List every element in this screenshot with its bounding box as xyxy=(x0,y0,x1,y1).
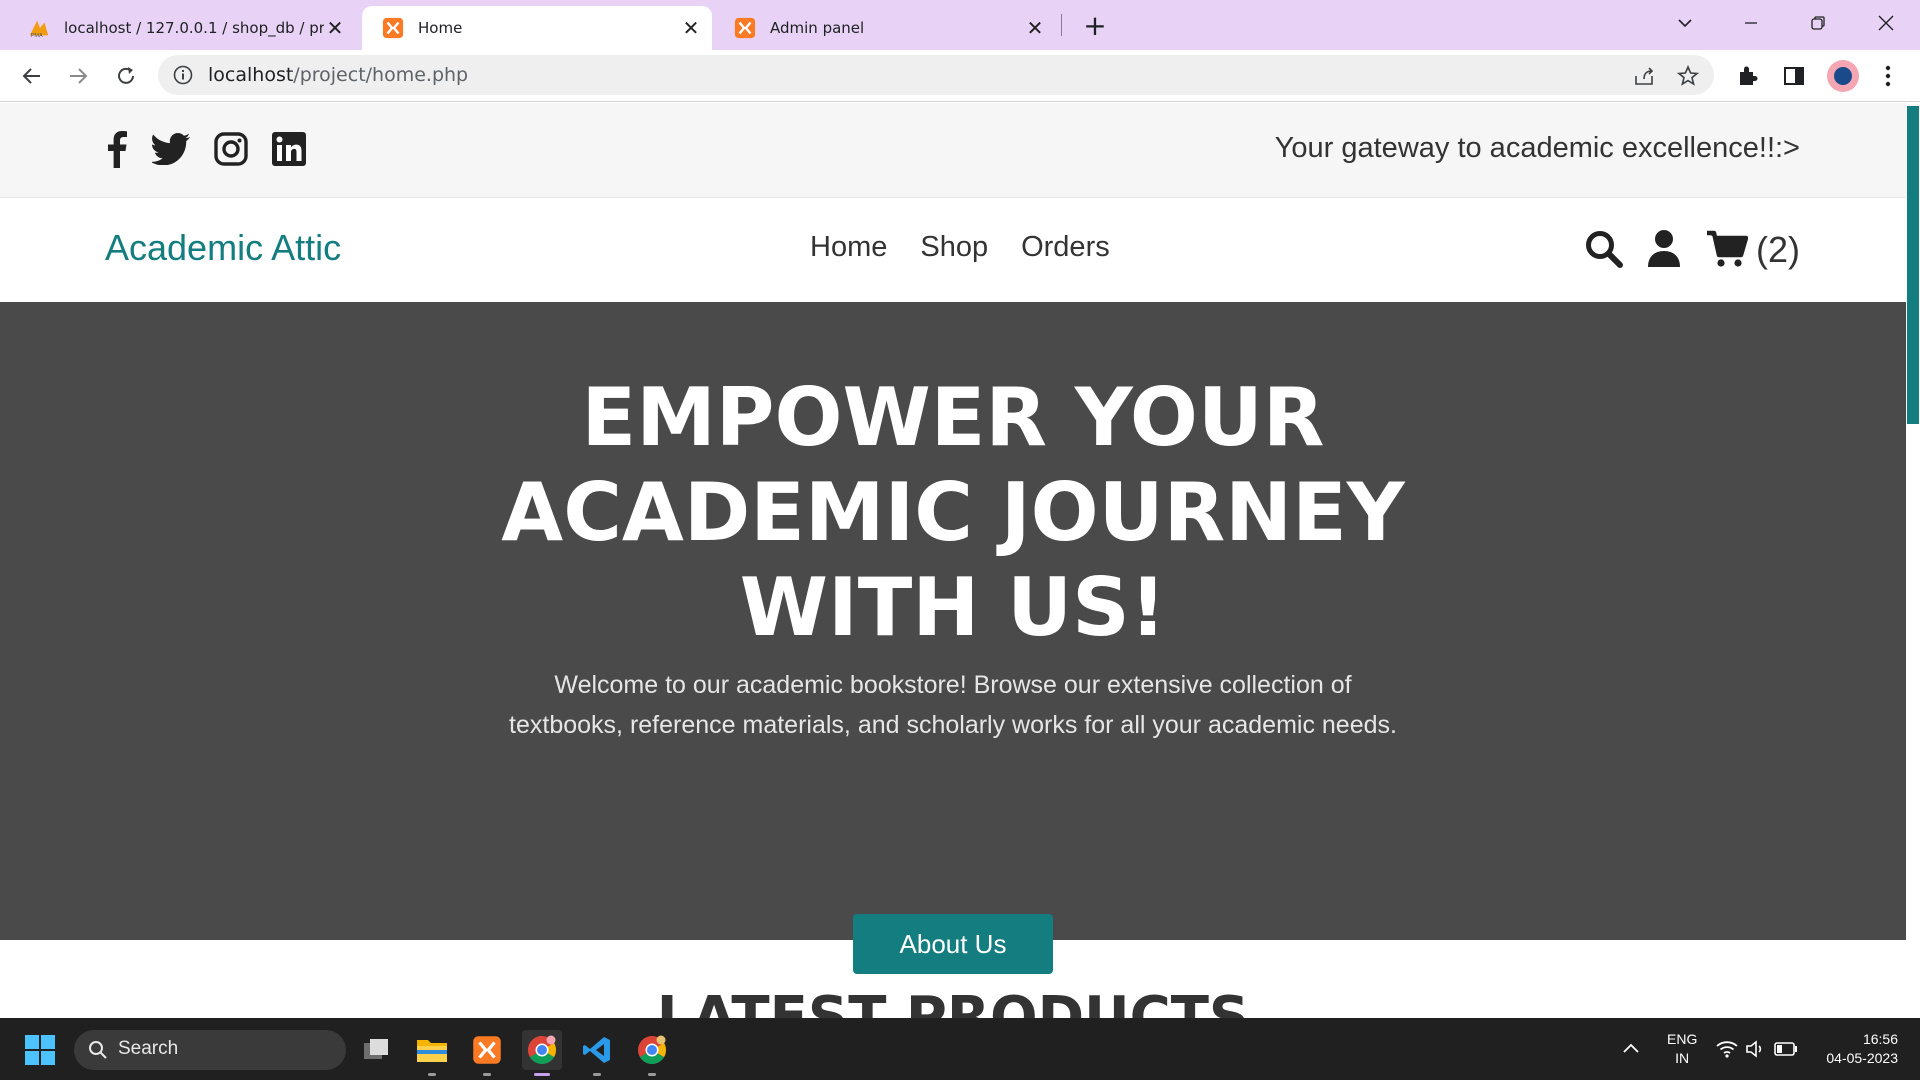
twitter-icon[interactable] xyxy=(151,129,191,169)
nav-link-home[interactable]: Home xyxy=(810,231,887,264)
restore-icon[interactable] xyxy=(1798,8,1838,38)
tab-search-chevron-icon[interactable] xyxy=(1665,8,1705,38)
chrome-taskbar-icon[interactable] xyxy=(522,1030,562,1076)
instagram-icon[interactable] xyxy=(211,129,251,169)
main-nav: Home Shop Orders xyxy=(810,231,1110,264)
url-host: localhost xyxy=(208,64,294,86)
web-page: Your gateway to academic excellence!!:> … xyxy=(0,103,1906,1018)
search-icon xyxy=(89,1041,107,1059)
task-view-icon[interactable] xyxy=(357,1030,397,1070)
social-top-bar: Your gateway to academic excellence!!:> xyxy=(0,103,1906,198)
site-info-icon[interactable] xyxy=(172,64,194,86)
browser-tab-bar: PMA localhost / 127.0.0.1 / shop_db / pr… xyxy=(0,0,1920,50)
page-scrollbar[interactable] xyxy=(1906,103,1920,1018)
side-panel-icon[interactable] xyxy=(1780,62,1808,90)
tray-chevron-icon[interactable] xyxy=(1620,1038,1642,1065)
about-us-button[interactable]: About Us xyxy=(853,914,1053,974)
file-explorer-icon[interactable] xyxy=(412,1030,452,1076)
shopping-cart-icon[interactable] xyxy=(1705,227,1749,271)
wifi-icon[interactable] xyxy=(1716,1040,1738,1063)
xampp-taskbar-icon[interactable] xyxy=(467,1030,507,1076)
nav-link-orders[interactable]: Orders xyxy=(1021,231,1110,264)
battery-icon[interactable] xyxy=(1774,1042,1798,1061)
close-icon[interactable]: ✕ xyxy=(680,16,702,40)
nav-link-shop[interactable]: Shop xyxy=(920,231,988,264)
window-close-icon[interactable] xyxy=(1866,8,1906,38)
hero-title: EMPOWER YOUR ACADEMIC JOURNEY WITH US! xyxy=(501,371,1405,654)
hero-description: Welcome to our academic bookstore! Brows… xyxy=(509,671,1397,739)
profile-avatar[interactable] xyxy=(1827,60,1859,92)
language-indicator[interactable]: ENG IN xyxy=(1667,1030,1697,1068)
tab-label: Admin panel xyxy=(770,19,865,37)
reload-icon[interactable] xyxy=(110,60,142,92)
browser-toolbar: localhost/project/home.php xyxy=(0,50,1920,102)
taskbar-search[interactable]: Search xyxy=(74,1030,346,1070)
vscode-icon[interactable] xyxy=(577,1030,617,1076)
site-tagline: Your gateway to academic excellence!!:> xyxy=(1274,132,1800,164)
scrollbar-thumb[interactable] xyxy=(1907,106,1919,424)
site-header: Academic Attic Home Shop Orders (2) xyxy=(0,199,1906,302)
xampp-icon xyxy=(734,17,756,39)
forward-arrow-icon[interactable] xyxy=(62,60,94,92)
region-code: IN xyxy=(1675,1050,1690,1066)
tab-home[interactable]: Home ✕ xyxy=(362,6,712,50)
svg-text:PMA: PMA xyxy=(31,33,43,39)
phpmyadmin-icon: PMA xyxy=(29,20,49,39)
clock-time: 16:56 xyxy=(1862,1031,1898,1047)
tab-label: Home xyxy=(418,19,463,37)
clock[interactable]: 16:56 04-05-2023 xyxy=(1818,1030,1898,1068)
close-icon[interactable]: ✕ xyxy=(1024,16,1046,40)
latest-products-heading: LATEST PRODUCTS xyxy=(656,985,1250,1018)
windows-start-icon[interactable] xyxy=(24,1034,56,1066)
user-icon[interactable] xyxy=(1642,227,1686,271)
bookmark-star-icon[interactable] xyxy=(1676,64,1700,88)
new-tab-button[interactable]: + xyxy=(1080,9,1110,42)
tab-label: localhost / 127.0.0.1 / shop_db / produc xyxy=(64,19,324,37)
xampp-icon xyxy=(382,17,404,39)
taskbar-search-label: Search xyxy=(118,1038,179,1059)
chrome-profile-taskbar-icon[interactable] xyxy=(632,1030,672,1076)
url-text: localhost/project/home.php xyxy=(208,64,468,86)
close-icon[interactable]: ✕ xyxy=(324,16,346,40)
tab-admin-panel[interactable]: Admin panel ✕ xyxy=(714,6,1056,50)
tab-phpmyadmin[interactable]: PMA localhost / 127.0.0.1 / shop_db / pr… xyxy=(8,6,356,50)
url-path: /project/home.php xyxy=(293,64,469,86)
minimize-icon[interactable] xyxy=(1731,8,1771,38)
clock-date: 04-05-2023 xyxy=(1826,1050,1898,1066)
extensions-icon[interactable] xyxy=(1734,62,1762,90)
language-code: ENG xyxy=(1667,1031,1698,1047)
address-bar[interactable]: localhost/project/home.php xyxy=(158,55,1714,95)
linkedin-icon[interactable] xyxy=(269,129,309,169)
volume-icon[interactable] xyxy=(1745,1040,1767,1063)
hero-banner: EMPOWER YOUR ACADEMIC JOURNEY WITH US! W… xyxy=(0,302,1906,974)
cart-count[interactable]: (2) xyxy=(1756,229,1800,271)
windows-taskbar: Search ENG IN 16:56 04-05-2023 xyxy=(0,1018,1920,1080)
search-icon[interactable] xyxy=(1582,227,1626,271)
back-arrow-icon[interactable] xyxy=(16,60,48,92)
tab-divider xyxy=(1061,14,1062,36)
menu-kebab-icon[interactable] xyxy=(1874,62,1902,90)
share-icon[interactable] xyxy=(1632,64,1656,88)
facebook-icon[interactable] xyxy=(97,129,137,169)
site-logo[interactable]: Academic Attic xyxy=(105,227,341,269)
